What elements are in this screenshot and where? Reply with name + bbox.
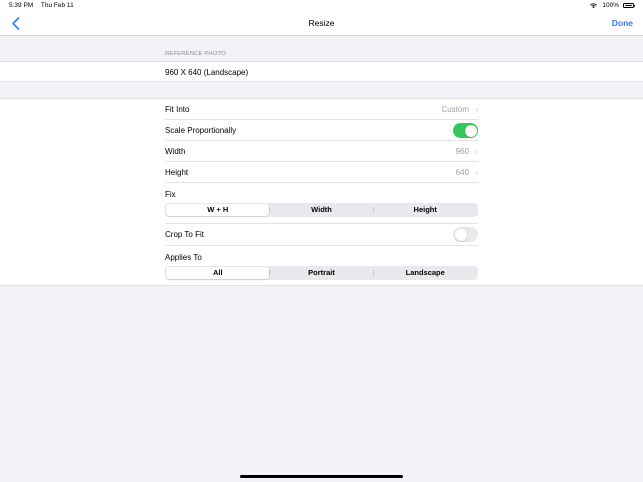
toggle-knob [464,124,477,137]
fit-into-value: Custom [441,105,469,114]
fit-into-row[interactable]: Fit Into Custom › [165,99,478,120]
status-date: Thu Feb 11 [40,2,74,9]
battery-icon [623,3,635,8]
crop-to-fit-toggle[interactable] [453,227,478,242]
home-indicator [240,475,403,478]
wifi-icon [590,3,598,9]
status-left: 5:39 PM Thu Feb 11 [9,2,80,9]
applies-to-label: Applies To [165,253,202,262]
fix-segmented-control: W + H Width Height [165,203,478,217]
width-row[interactable]: Width 960 › [165,141,478,162]
height-label: Height [165,168,189,177]
width-value: 960 [455,147,469,156]
applies-option-landscape[interactable]: Landscape [374,267,477,279]
crop-to-fit-label: Crop To Fit [165,230,204,239]
applies-option-portrait[interactable]: Portrait [270,267,373,279]
fix-option-wh[interactable]: W + H [166,204,270,216]
settings-group: Fit Into Custom › Scale Proportionally W… [0,98,643,286]
height-row[interactable]: Height 640 › [165,162,478,183]
crop-to-fit-row: Crop To Fit [165,224,478,245]
width-label: Width [165,147,186,156]
status-bar: 5:39 PM Thu Feb 11 100% [0,0,643,12]
nav-bar: Resize Done [0,12,643,36]
chevron-right-icon: › [475,147,478,156]
chevron-right-icon: › [475,168,478,177]
scale-proportionally-label: Scale Proportionally [165,126,237,135]
fix-option-width[interactable]: Width [270,204,373,216]
battery-percent: 100% [602,2,619,9]
done-button[interactable]: Done [612,18,633,28]
height-value: 640 [455,168,469,177]
status-time: 5:39 PM [9,2,34,9]
fix-option-height[interactable]: Height [374,204,477,216]
scale-proportionally-row: Scale Proportionally [165,120,478,141]
toggle-knob [454,228,467,241]
reference-photo-value: 960 X 640 (Landscape) [165,68,249,77]
page-title: Resize [308,18,335,28]
chevron-right-icon: › [475,105,478,114]
fix-label: Fix [165,190,176,199]
applies-option-all[interactable]: All [166,267,270,279]
fit-into-label: Fit Into [165,105,190,114]
applies-to-segmented-control: All Portrait Landscape [165,266,478,280]
status-right: 100% [589,2,635,9]
divider [165,245,478,246]
reference-photo-header: REFERENCE PHOTO [165,51,226,57]
scale-proportionally-toggle[interactable] [453,123,478,138]
reference-photo-row: 960 X 640 (Landscape) [0,61,643,82]
